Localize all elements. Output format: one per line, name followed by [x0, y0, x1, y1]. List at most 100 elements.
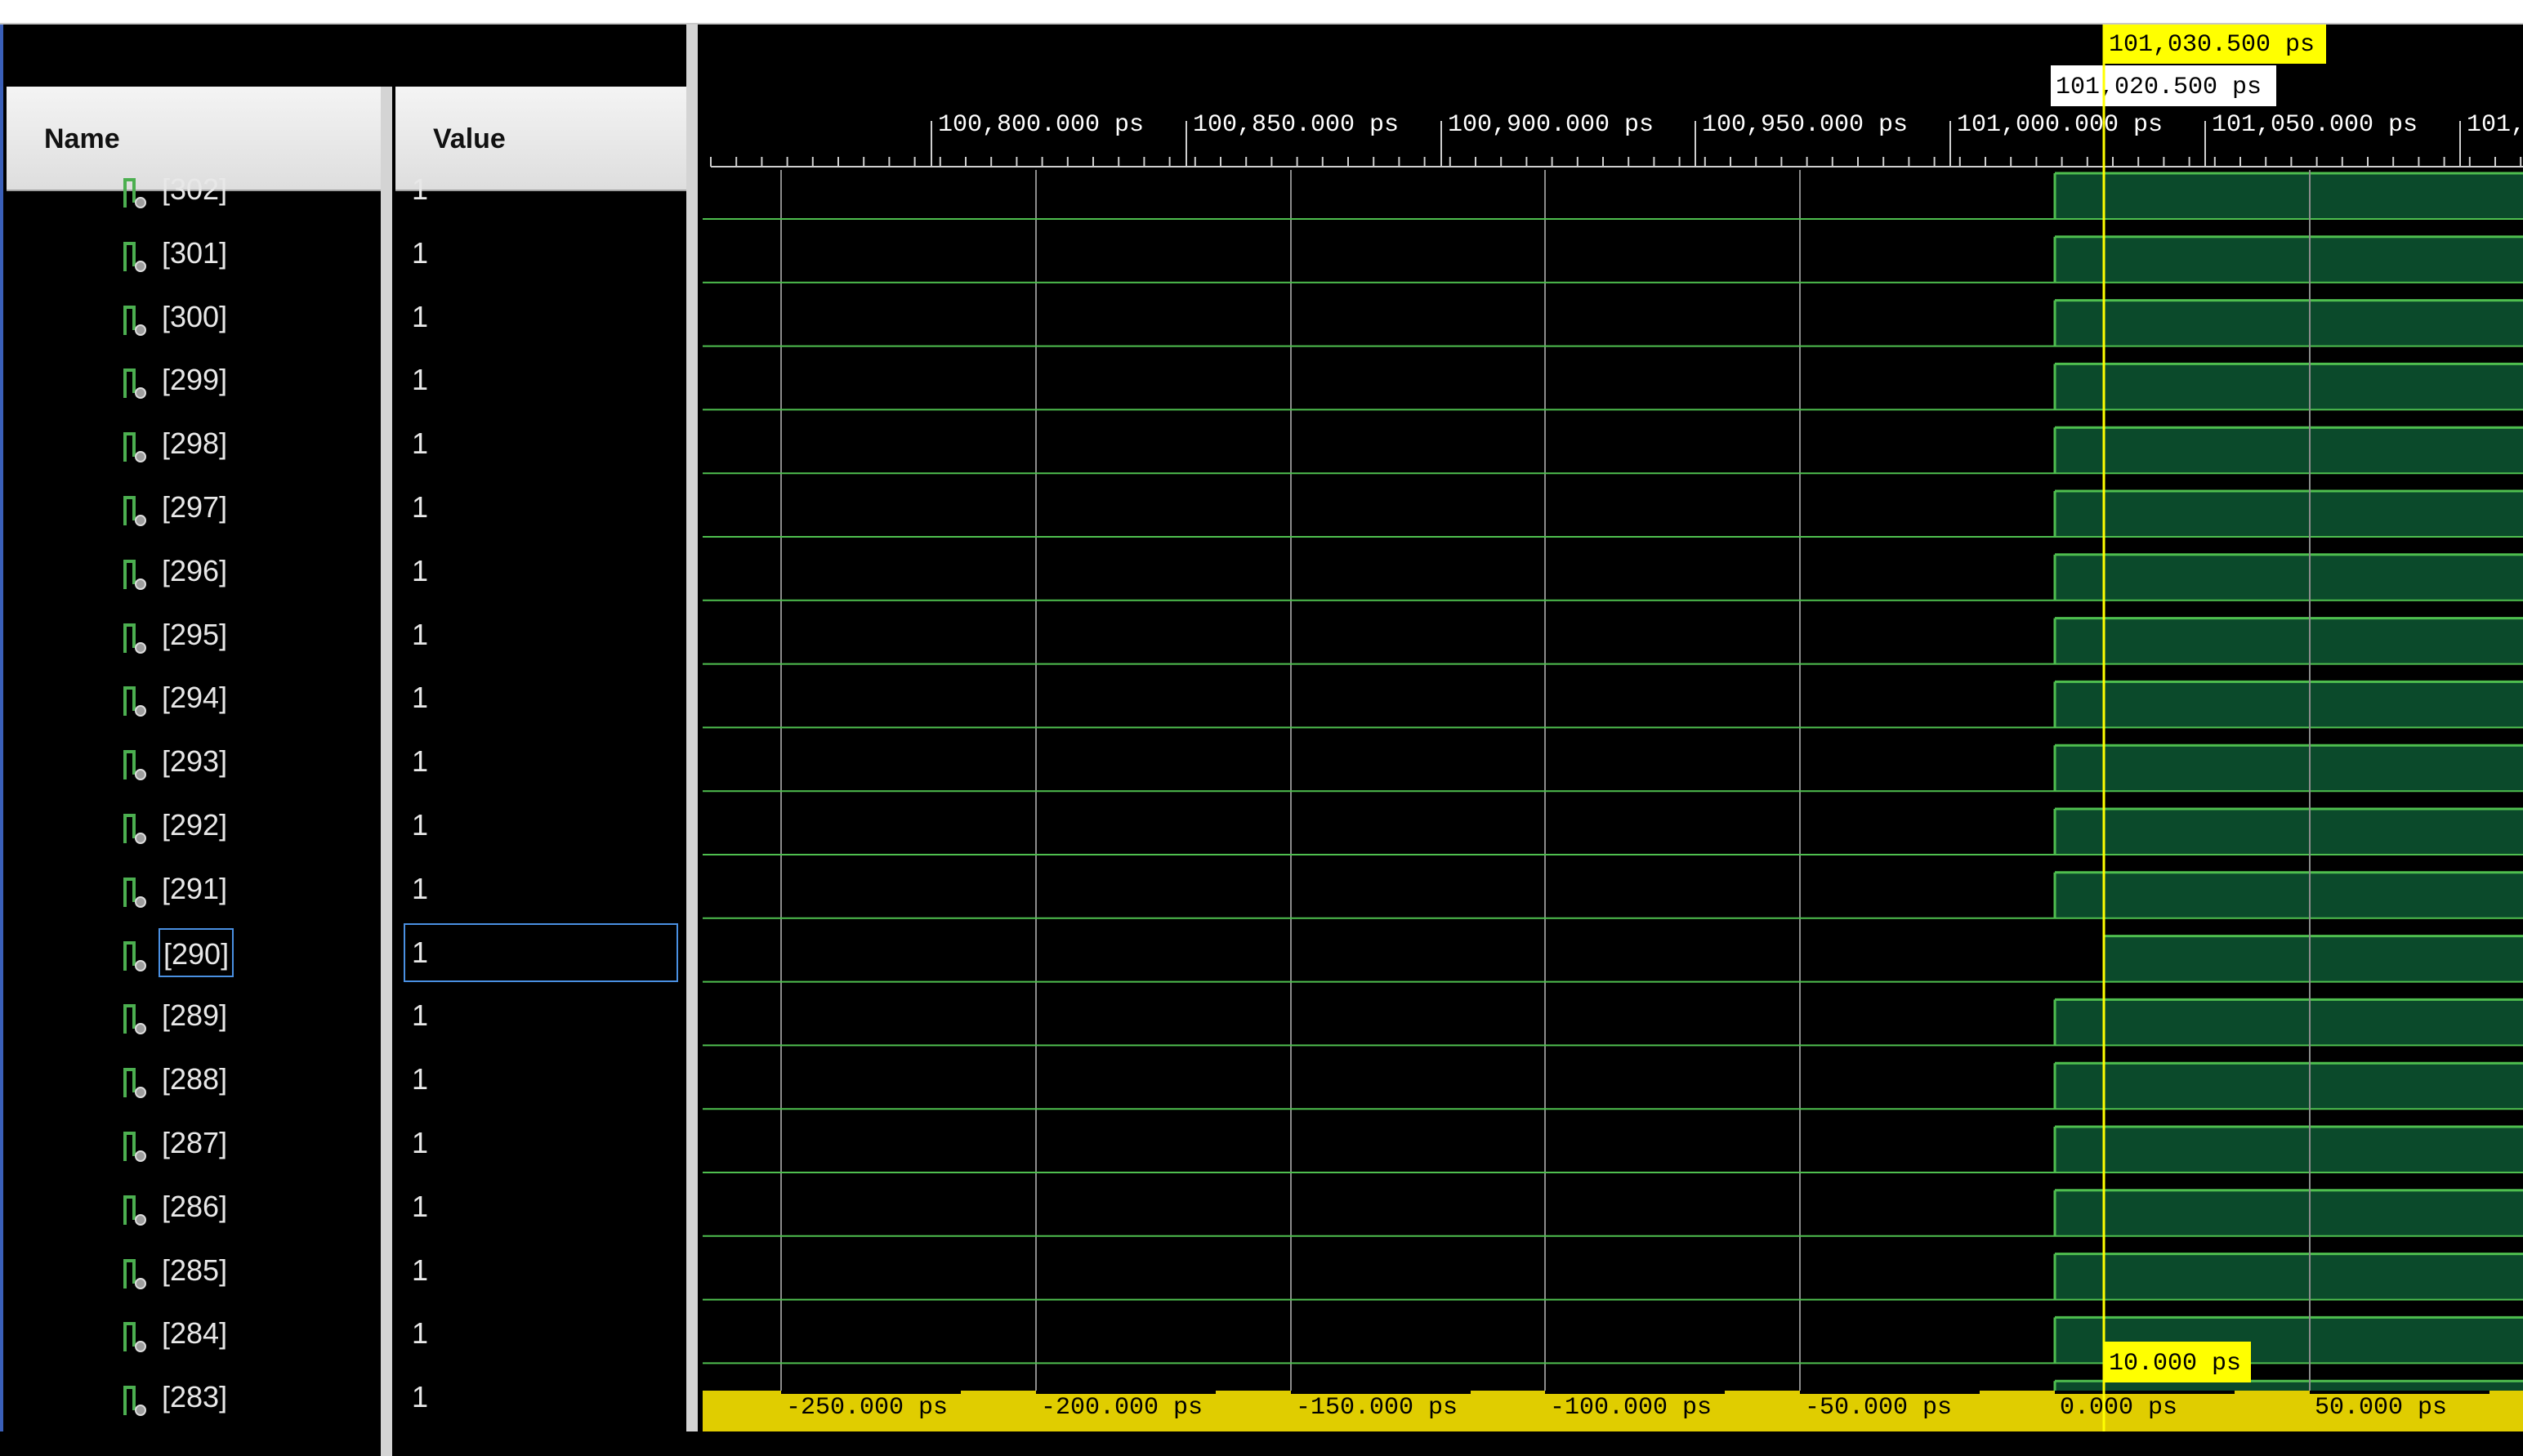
wave-high-region — [2055, 1253, 2523, 1300]
signal-row[interactable]: [291] 1 — [3, 864, 690, 928]
signal-row[interactable]: [294] 1 — [3, 673, 690, 737]
signal-row[interactable]: [288] 1 — [3, 1055, 690, 1119]
signal-name[interactable]: [302] — [159, 165, 230, 214]
wave-high-region — [2055, 681, 2523, 728]
bit-signal-icon — [123, 368, 146, 400]
signal-name[interactable]: [298] — [159, 419, 230, 468]
signal-row[interactable]: [297] 1 — [3, 483, 690, 547]
signal-row[interactable]: [296] 1 — [3, 547, 690, 610]
signal-name[interactable]: [285] — [159, 1246, 230, 1295]
signal-value: 1 — [412, 172, 429, 206]
relative-time-label: -150.000 ps — [1296, 1394, 1458, 1422]
signal-name[interactable]: [301] — [159, 229, 230, 278]
signal-row[interactable]: [285] 1 — [3, 1246, 690, 1310]
signal-list-pane: Name Value [302] 1 [301] 1 [300] 1 [299] 1 [298]… — [0, 25, 690, 1456]
signal-name[interactable]: [288] — [159, 1055, 230, 1104]
signal-value: 1 — [412, 235, 429, 270]
ruler-time-label: 100,850.000 ps — [1193, 111, 1399, 139]
signal-value: 1 — [412, 427, 429, 461]
signal-value: 1 — [412, 617, 429, 651]
relative-time-label: -250.000 ps — [786, 1394, 948, 1422]
wave-high-region — [2055, 364, 2523, 410]
top-toolbar — [0, 0, 2523, 25]
signal-row[interactable]: [302] 1 — [3, 165, 690, 229]
wave-high-region — [2055, 173, 2523, 219]
signal-row[interactable]: [299] 1 — [3, 355, 690, 419]
bit-signal-icon — [123, 178, 146, 208]
signal-value: 1 — [412, 998, 429, 1033]
signal-row[interactable]: [289] 1 — [3, 991, 690, 1055]
pane-splitter[interactable] — [686, 25, 698, 1431]
ruler-time-label: 101,000.000 ps — [1957, 111, 2163, 139]
signal-value: 1 — [412, 363, 429, 397]
signal-row[interactable]: [286] 1 — [3, 1182, 690, 1246]
wave-high-region — [2104, 936, 2523, 982]
bit-signal-icon — [123, 1195, 146, 1226]
bit-signal-icon — [123, 496, 146, 526]
signal-value: 1 — [412, 1380, 429, 1414]
relative-time-label: -200.000 ps — [1041, 1394, 1203, 1422]
bit-signal-icon — [123, 1258, 146, 1289]
bit-signal-icon — [123, 432, 146, 463]
cursor-time-label: 101,030.500 ps — [2109, 31, 2315, 59]
signal-value: 1 — [412, 1189, 429, 1223]
bit-signal-icon — [123, 877, 146, 908]
wave-high-region — [2055, 1190, 2523, 1236]
ruler-time-label: 100,800.000 ps — [938, 111, 1144, 139]
relative-time-label: 0.000 ps — [2060, 1394, 2177, 1422]
wave-high-region — [2055, 1063, 2523, 1110]
signal-name[interactable]: [295] — [159, 610, 230, 659]
signal-name[interactable]: [287] — [159, 1119, 230, 1168]
bit-signal-icon — [123, 559, 146, 590]
signal-value: 1 — [412, 1253, 429, 1287]
ruler-time-label: 101,050.000 ps — [2212, 111, 2418, 139]
signal-row[interactable]: [292] 1 — [3, 801, 690, 864]
ruler-time-label: 101, — [2467, 111, 2523, 139]
signal-name[interactable]: [286] — [159, 1182, 230, 1231]
relative-time-label: -50.000 ps — [1805, 1394, 1952, 1422]
bit-signal-icon — [123, 241, 146, 272]
signal-name[interactable]: [292] — [159, 801, 230, 850]
bit-signal-icon — [123, 1004, 146, 1035]
signal-name[interactable]: [289] — [159, 991, 230, 1040]
signal-row[interactable]: [293] 1 — [3, 737, 690, 801]
signal-name[interactable]: [283] — [159, 1373, 230, 1422]
signal-name[interactable]: [299] — [159, 355, 230, 404]
relative-time-label: 50.000 ps — [2315, 1394, 2447, 1422]
signal-row[interactable]: [300] 1 — [3, 293, 690, 356]
delta-time-label: 10.000 ps — [2109, 1350, 2241, 1378]
wave-high-region — [2055, 427, 2523, 474]
signal-name[interactable]: [294] — [159, 673, 230, 722]
signal-value: 1 — [412, 490, 429, 524]
wave-high-region — [2055, 809, 2523, 855]
signal-value: 1 — [412, 1316, 429, 1351]
signal-name[interactable]: [296] — [159, 547, 230, 596]
wave-high-region — [2055, 745, 2523, 792]
selected-value-box — [404, 922, 678, 982]
wave-high-region — [2055, 999, 2523, 1046]
signal-row[interactable]: [287] 1 — [3, 1119, 690, 1182]
signal-value: 1 — [412, 808, 429, 842]
bit-signal-icon — [123, 940, 146, 971]
bit-signal-icon — [123, 686, 146, 717]
bit-signal-icon — [123, 305, 146, 336]
signal-name[interactable]: [290] — [159, 927, 234, 977]
signal-name[interactable]: [297] — [159, 483, 230, 532]
signal-row[interactable]: [283] 1 — [3, 1373, 690, 1436]
signal-name[interactable]: [291] — [159, 864, 230, 913]
wave-high-region — [2055, 554, 2523, 601]
signal-row[interactable]: [301] 1 — [3, 229, 690, 293]
waveform-pane[interactable]: 100,800.000 ps 100,850.000 ps 100,900.000 … — [698, 25, 2523, 1431]
waveform-canvas[interactable]: 100,800.000 ps 100,850.000 ps 100,900.000 … — [698, 25, 2523, 1431]
signal-row[interactable]: [284] 1 — [3, 1309, 690, 1373]
wave-high-region — [2055, 1127, 2523, 1172]
bit-signal-icon — [123, 1132, 146, 1162]
bit-signal-icon — [123, 1386, 146, 1417]
signal-name[interactable]: [300] — [159, 293, 230, 342]
signal-row[interactable]: [295] 1 — [3, 610, 690, 674]
signal-row[interactable]: [290] 1 — [3, 922, 690, 992]
signal-value: 1 — [412, 935, 429, 969]
signal-name[interactable]: [284] — [159, 1309, 230, 1358]
signal-name[interactable]: [293] — [159, 737, 230, 786]
signal-row[interactable]: [298] 1 — [3, 419, 690, 483]
